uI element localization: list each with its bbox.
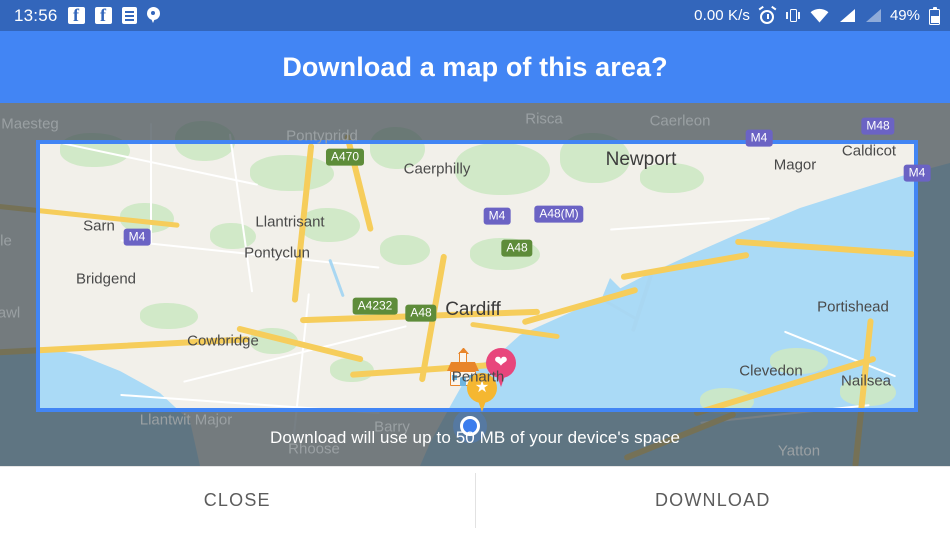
map-place-label: Magor	[773, 156, 817, 174]
map-place-label-dimmed: Llantwit Major	[139, 411, 233, 429]
road-shield: A48	[405, 304, 437, 322]
signal-icon	[838, 8, 855, 23]
map-place-label: Pontyclun	[244, 244, 310, 262]
road-shield: M4	[483, 207, 511, 225]
dim-overlay-top	[0, 103, 950, 140]
signal-no-service-icon	[861, 8, 881, 23]
map-place-label: Cardiff	[445, 299, 501, 320]
road-shield: A470	[325, 148, 365, 166]
map-place-label: Llantrisant	[255, 213, 325, 231]
status-bar: 13:56 0.00 K/s 49%	[0, 0, 950, 31]
dialog-header: Download a map of this area?	[0, 31, 950, 103]
map-place-label: Nailsea	[840, 372, 892, 390]
road-shield: A4232	[352, 297, 398, 315]
dialog-button-bar: CLOSE DOWNLOAD	[0, 466, 950, 534]
map-place-label-dimmed: Maesteg	[1, 115, 59, 133]
alarm-icon	[758, 5, 777, 24]
map-place-label-dimmed: awl	[0, 304, 21, 322]
map-preview[interactable]: Caerphilly Newport Magor Caldicot Sarn Llantr…	[0, 103, 950, 466]
map-place-label-dimmed: Caerleon	[649, 112, 711, 130]
facebook-icon	[67, 5, 85, 26]
map-place-label: Portishead	[817, 298, 889, 316]
road-shield: M4	[123, 228, 151, 246]
document-icon	[121, 7, 137, 24]
battery-icon	[929, 6, 940, 25]
map-place-label: Newport	[605, 149, 677, 170]
map-canvas: Caerphilly Newport Magor Caldicot Sarn Llantr…	[0, 103, 950, 466]
map-place-label-dimmed: Risca	[525, 110, 563, 128]
map-place-label-dimmed: le	[0, 232, 12, 250]
download-size-note: Download will use up to 50 MB of your de…	[269, 428, 681, 447]
network-speed-label: 0.00 K/s	[694, 7, 750, 24]
map-place-label: Cowbridge	[187, 332, 259, 350]
status-bar-clock: 13:56	[14, 6, 58, 25]
close-button[interactable]: CLOSE	[0, 467, 475, 534]
dialog-title: Download a map of this area?	[282, 51, 668, 82]
map-place-label: Clevedon	[739, 362, 803, 380]
road-shield: M4	[745, 129, 773, 147]
wifi-icon	[810, 8, 829, 23]
road-shield: A48	[501, 239, 533, 257]
facebook-icon	[94, 5, 112, 26]
location-pin-icon	[146, 7, 160, 24]
road-shield: M48	[861, 117, 895, 135]
map-place-label: Penarth	[451, 368, 505, 386]
map-place-label: Sarn	[83, 217, 115, 235]
road-shield: M4	[903, 164, 931, 182]
status-bar-left: 13:56	[14, 5, 160, 26]
map-place-label: Caldicot	[841, 142, 897, 160]
vibrate-icon	[785, 7, 801, 24]
map-place-label-dimmed: Pontypridd	[286, 127, 358, 145]
map-place-label: Bridgend	[75, 270, 137, 288]
status-bar-right: 0.00 K/s 49%	[694, 5, 940, 25]
map-place-label: Caerphilly	[403, 160, 471, 178]
download-map-dialog-screen: 13:56 0.00 K/s 49% Downlo	[0, 0, 950, 534]
road-shield: A48(M)	[534, 205, 584, 223]
battery-percent-label: 49%	[889, 7, 920, 24]
dim-overlay-left	[0, 140, 36, 412]
download-button[interactable]: DOWNLOAD	[476, 467, 950, 534]
